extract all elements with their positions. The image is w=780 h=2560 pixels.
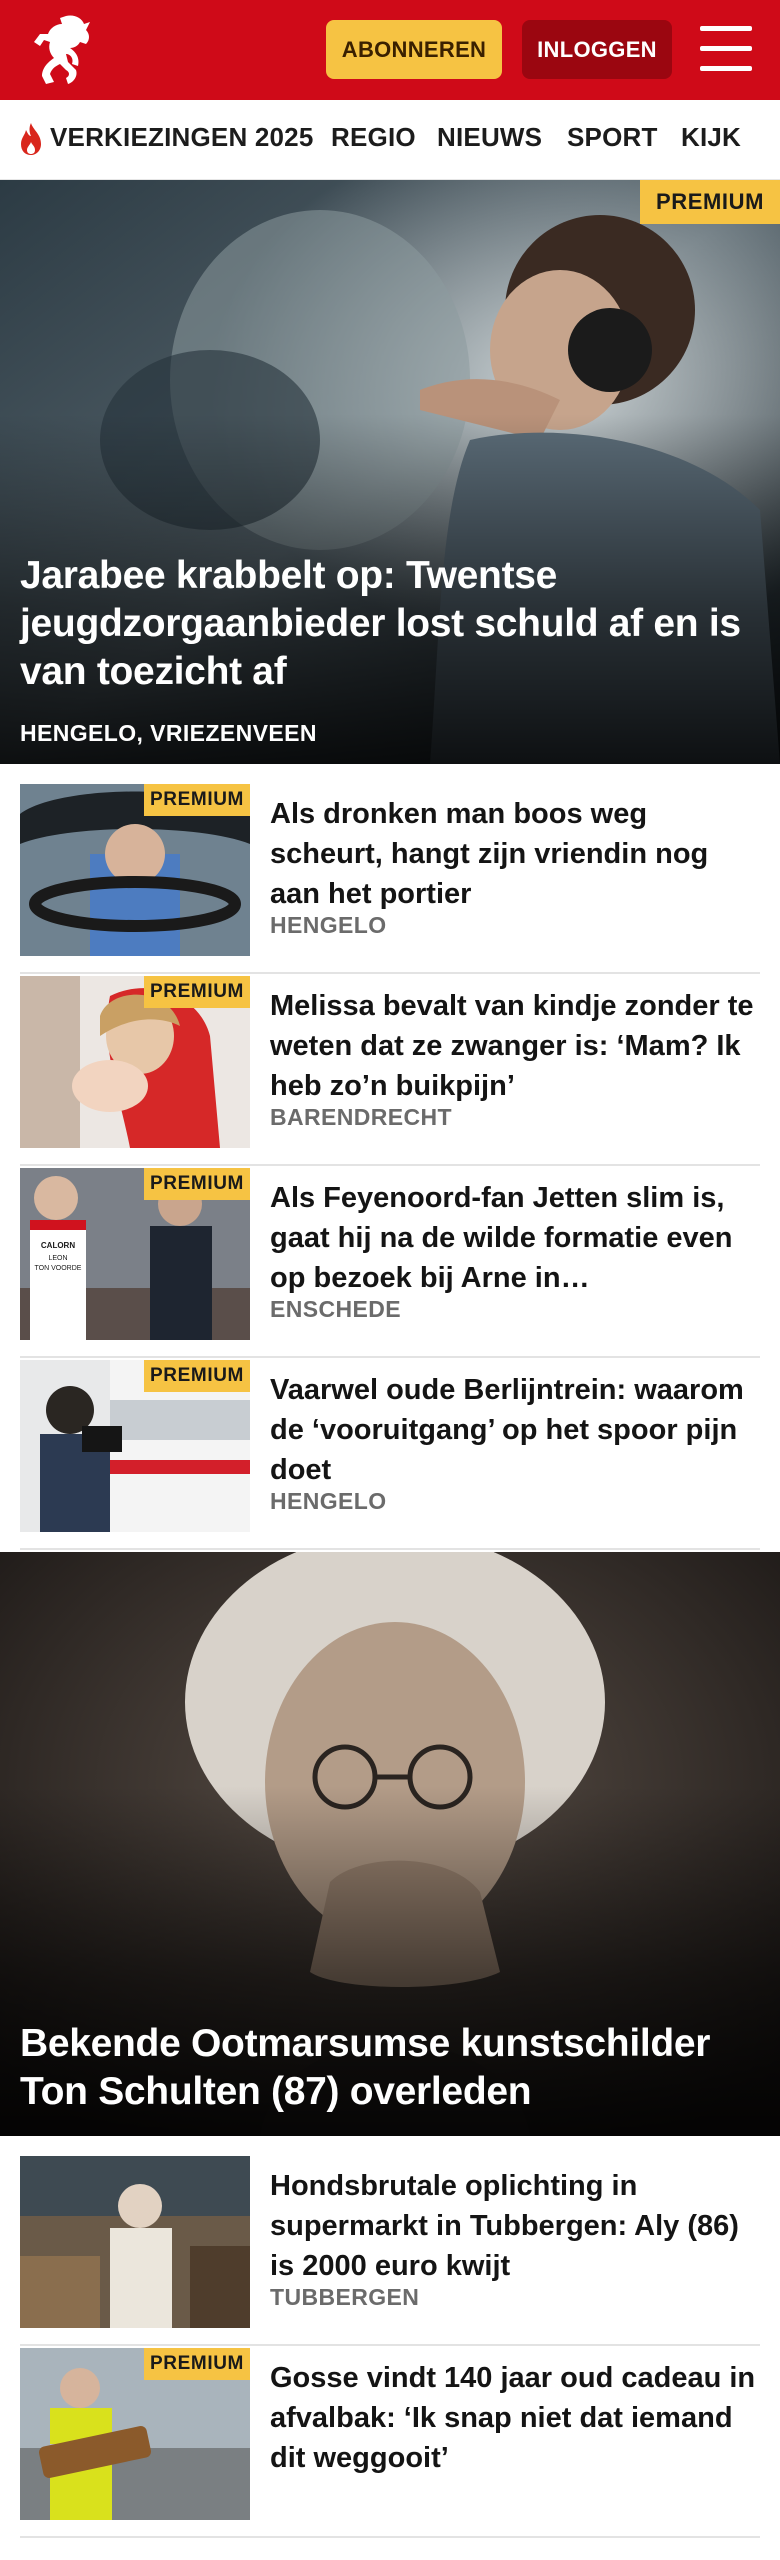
article-location: BARENDRECHT [270, 1104, 453, 1130]
hero-headline[interactable]: Bekende Ootmarsumse kunstschilder Ton Sc… [20, 2020, 750, 2116]
premium-badge: PREMIUM [144, 976, 250, 1008]
hero-location: HENGELO, VRIEZENVEEN [20, 720, 317, 746]
subscribe-button[interactable]: ABONNEREN [326, 20, 502, 79]
article-headline[interactable]: Als Feyenoord-fan Jetten slim is, gaat h… [270, 1178, 760, 1298]
nav-item-verkiezingen[interactable]: VERKIEZINGEN 2025 [50, 122, 314, 153]
site-header: ABONNEREN INLOGGEN [0, 0, 780, 100]
article-thumbnail: CALORN LEON TON VOORDE PREMIUM [20, 1168, 250, 1340]
article-thumbnail: PREMIUM [20, 976, 250, 1148]
hamburger-menu-icon[interactable] [700, 26, 752, 72]
list-item[interactable]: PREMIUM Vaarwel oude Berlijntrein: waaro… [20, 1360, 760, 1550]
article-headline[interactable]: Melissa bevalt van kindje zonder te wete… [270, 986, 760, 1106]
article-thumbnail: PREMIUM [20, 1360, 250, 1532]
hero-article-ton-schulten[interactable]: Bekende Ootmarsumse kunstschilder Ton Sc… [0, 1552, 780, 2136]
list-item[interactable]: Hondsbrutale oplichting in supermarkt in… [20, 2156, 760, 2346]
svg-text:TON VOORDE: TON VOORDE [35, 1265, 82, 1272]
hero-headline[interactable]: Jarabee krabbelt op: Twentse jeugdzorgaa… [20, 552, 750, 696]
list-item[interactable]: PREMIUM Melissa bevalt van kindje zonder… [20, 976, 760, 1166]
hero-article-jarabee[interactable]: PREMIUM Jarabee krabbelt op: Twentse jeu… [0, 180, 780, 764]
list-item[interactable]: CALORN LEON TON VOORDE PREMIUM Als Feyen… [20, 1168, 760, 1358]
article-headline[interactable]: Gosse vindt 140 jaar oud cadeau in afval… [270, 2358, 760, 2478]
section-nav: VERKIEZINGEN 2025 REGIO NIEUWS SPORT KIJ… [0, 100, 780, 180]
premium-badge: PREMIUM [144, 1168, 250, 1200]
premium-badge: PREMIUM [144, 2348, 250, 2380]
premium-badge: PREMIUM [640, 180, 780, 224]
flame-icon [21, 123, 41, 155]
article-headline[interactable]: Hondsbrutale oplichting in supermarkt in… [270, 2166, 760, 2286]
article-location: HENGELO [270, 912, 387, 938]
svg-text:LEON: LEON [48, 1255, 67, 1262]
article-thumbnail [20, 2156, 250, 2328]
tubantia-horse-logo[interactable] [20, 10, 104, 90]
nav-item-nieuws[interactable]: NIEUWS [437, 122, 542, 153]
article-location: ENSCHEDE [270, 1296, 402, 1322]
login-button[interactable]: INLOGGEN [522, 20, 672, 79]
nav-item-sport[interactable]: SPORT [567, 122, 658, 153]
article-headline[interactable]: Vaarwel oude Berlijntrein: waarom de ‘vo… [270, 1370, 760, 1490]
article-thumbnail: PREMIUM [20, 2348, 250, 2520]
list-item[interactable]: PREMIUM Gosse vindt 140 jaar oud cadeau … [20, 2348, 760, 2538]
nav-item-regio[interactable]: REGIO [331, 122, 416, 153]
article-location: TUBBERGEN [270, 2284, 420, 2310]
svg-text:CALORN: CALORN [41, 1241, 75, 1250]
article-thumbnail: PREMIUM [20, 784, 250, 956]
premium-badge: PREMIUM [144, 1360, 250, 1392]
nav-item-kijk[interactable]: KIJK [681, 122, 741, 153]
premium-badge: PREMIUM [144, 784, 250, 816]
article-location: HENGELO [270, 1488, 387, 1514]
article-headline[interactable]: Als dronken man boos weg scheurt, hangt … [270, 794, 760, 914]
list-item[interactable]: PREMIUM Als dronken man boos weg scheurt… [20, 784, 760, 974]
